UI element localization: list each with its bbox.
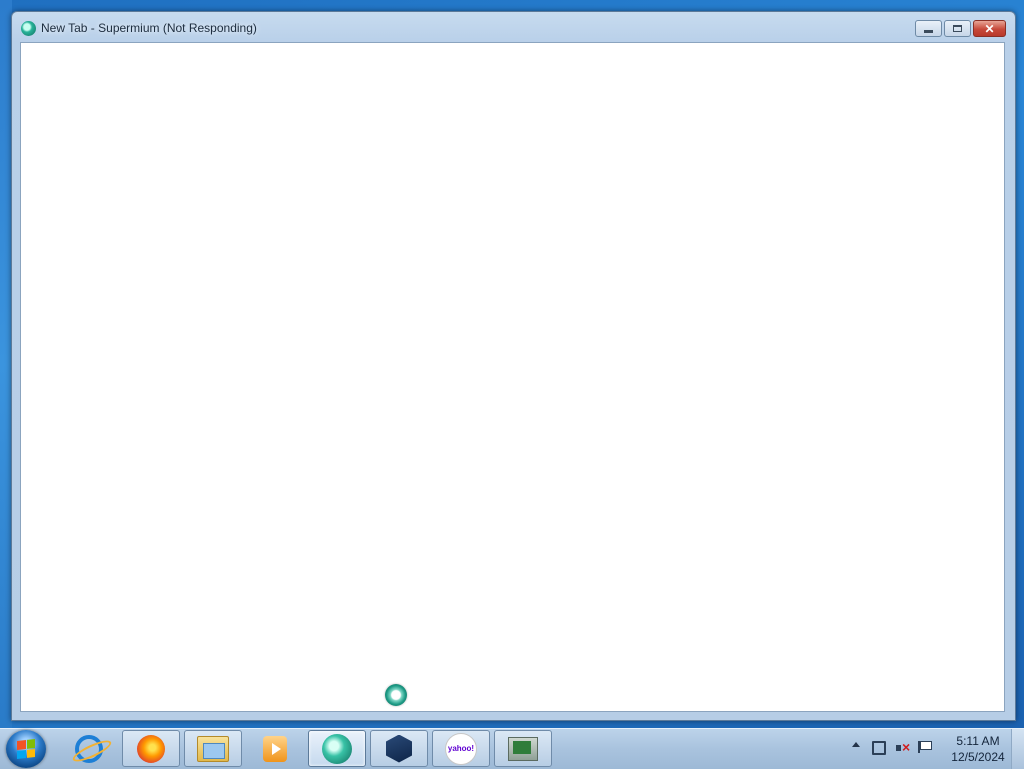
caption-buttons: ✕ bbox=[915, 20, 1006, 37]
close-icon: ✕ bbox=[984, 21, 995, 36]
supermium-icon[interactable] bbox=[21, 21, 36, 36]
taskbar-firefox[interactable] bbox=[122, 730, 180, 767]
network-icon[interactable] bbox=[872, 741, 886, 755]
clock[interactable]: 5:11 AM 12/5/2024 bbox=[948, 733, 1008, 765]
browser-window[interactable]: New Tab - Supermium (Not Responding) ✕ bbox=[11, 11, 1016, 721]
taskbar-monitor-app[interactable] bbox=[494, 730, 552, 767]
firefox-icon bbox=[137, 734, 165, 763]
internet-explorer-icon bbox=[75, 734, 103, 763]
busy-spinner-icon bbox=[385, 684, 407, 706]
virtualbox-icon bbox=[386, 734, 412, 763]
notification-area: 5:11 AM 12/5/2024 bbox=[844, 729, 1024, 769]
maximize-button[interactable] bbox=[944, 20, 971, 37]
minimize-icon bbox=[924, 30, 933, 33]
file-explorer-icon bbox=[197, 735, 229, 762]
window-title: New Tab - Supermium (Not Responding) bbox=[41, 21, 257, 35]
show-desktop-button[interactable] bbox=[1011, 729, 1024, 769]
yahoo-icon: yahoo! bbox=[445, 732, 477, 765]
clock-time: 5:11 AM bbox=[956, 734, 1000, 748]
maximize-icon bbox=[953, 25, 962, 32]
windows-logo-icon bbox=[17, 739, 35, 759]
taskbar-internet-explorer[interactable] bbox=[60, 730, 118, 767]
close-button[interactable]: ✕ bbox=[973, 20, 1006, 37]
monitor-icon bbox=[508, 736, 538, 761]
title-bar[interactable]: New Tab - Supermium (Not Responding) ✕ bbox=[12, 12, 1015, 42]
clock-date: 12/5/2024 bbox=[951, 750, 1005, 764]
taskbar: yahoo! 5:11 AM 12/5/2024 bbox=[0, 728, 1024, 769]
supermium-icon bbox=[322, 733, 352, 764]
taskbar-supermium[interactable] bbox=[308, 730, 366, 767]
action-center-flag-icon[interactable] bbox=[918, 741, 932, 753]
minimize-button[interactable] bbox=[915, 20, 942, 37]
taskbar-yahoo[interactable]: yahoo! bbox=[432, 730, 490, 767]
taskbar-media-player[interactable] bbox=[246, 730, 304, 767]
media-player-icon bbox=[263, 735, 287, 762]
show-hidden-icons-icon[interactable] bbox=[852, 742, 860, 747]
taskbar-virtualbox[interactable] bbox=[370, 730, 428, 767]
window-content-area[interactable] bbox=[20, 42, 1005, 712]
volume-muted-icon[interactable] bbox=[896, 739, 912, 755]
taskbar-file-explorer[interactable] bbox=[184, 730, 242, 767]
start-button[interactable] bbox=[6, 730, 46, 768]
